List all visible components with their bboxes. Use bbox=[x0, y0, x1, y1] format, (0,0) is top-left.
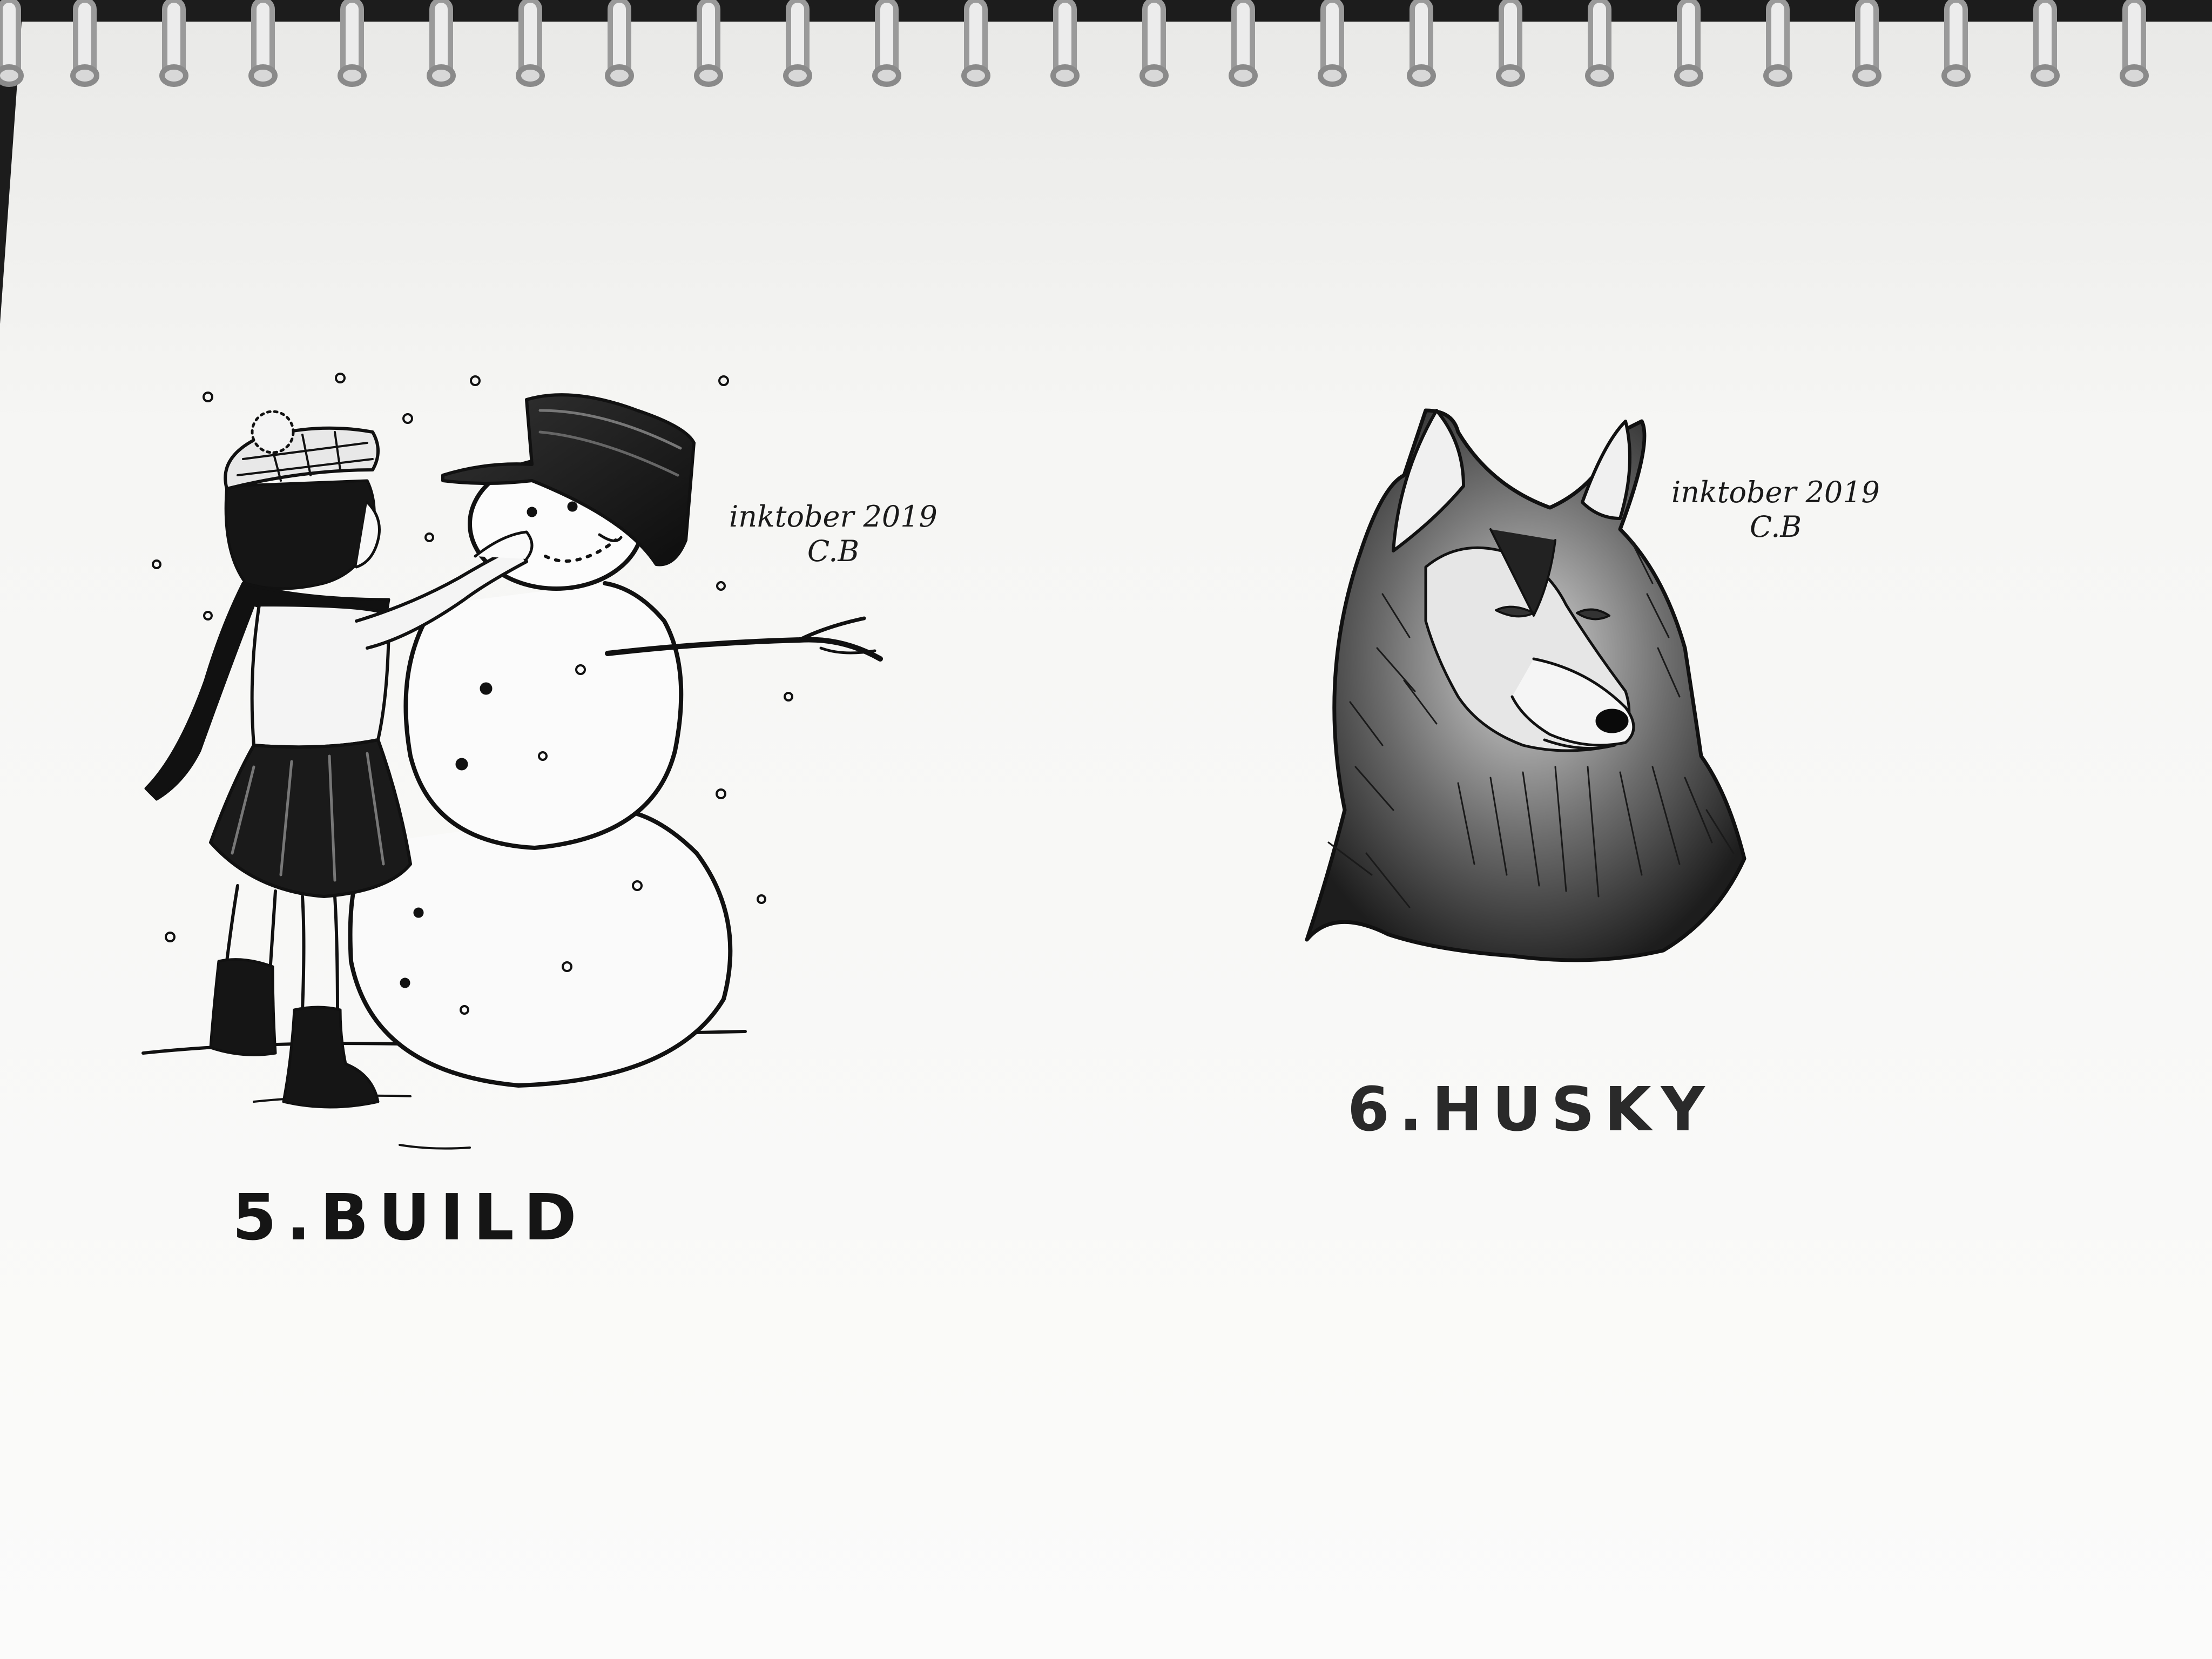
signature-right-line1: inktober 2019 bbox=[1671, 475, 1880, 509]
caption-husky: 6.HUSKY bbox=[1347, 1075, 1715, 1145]
signature-left-line1: inktober 2019 bbox=[729, 500, 938, 534]
sketchbook-artwork bbox=[0, 0, 2212, 1659]
sketchbook-photo: inktober 2019 C.B inktober 2019 C.B 5.BU… bbox=[0, 0, 2212, 1659]
signature-right-line2: C.B bbox=[1749, 510, 1802, 544]
signature-left-line2: C.B bbox=[807, 534, 860, 568]
signature-left: inktober 2019 C.B bbox=[729, 500, 938, 569]
sketchbook-page: inktober 2019 C.B inktober 2019 C.B 5.BU… bbox=[0, 0, 2212, 1659]
caption-build: 5.BUILD bbox=[232, 1180, 586, 1255]
signature-right: inktober 2019 C.B bbox=[1671, 475, 1880, 544]
